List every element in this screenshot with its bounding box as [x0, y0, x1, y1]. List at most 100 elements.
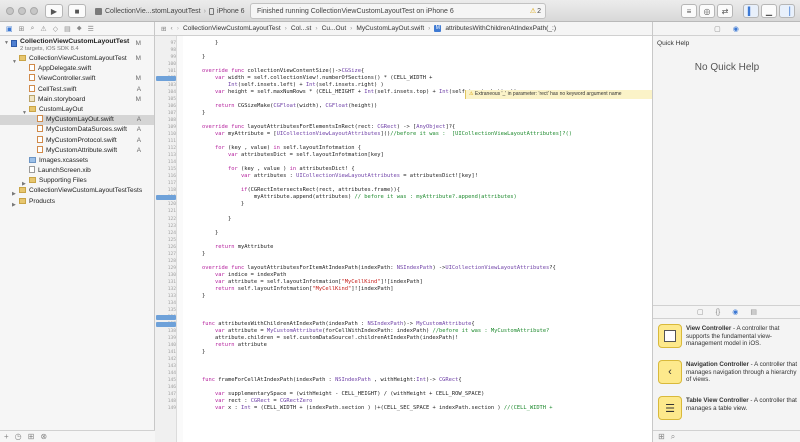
breakpoint-marker[interactable]: [156, 76, 176, 82]
code-line[interactable]: override func layoutAttributesForItemAtI…: [189, 265, 556, 272]
code-line[interactable]: if(CGRectIntersectsRect(rect, attributes…: [189, 187, 400, 194]
code-line[interactable]: myAttribute.append(attributes) // before…: [189, 194, 517, 201]
code-line[interactable]: override func layoutAttributesForElement…: [189, 124, 455, 131]
code-line[interactable]: }: [189, 251, 205, 258]
code-line[interactable]: }: [189, 216, 231, 223]
code-line[interactable]: var width = self.collectionView!.numberO…: [189, 75, 432, 82]
code-snippet-icon[interactable]: {}: [716, 309, 721, 316]
tree-file[interactable]: MyCustomProtocol.swift A: [0, 135, 154, 146]
tree-file[interactable]: ViewController.swift M: [0, 74, 154, 84]
breakpoint-marker[interactable]: [156, 314, 176, 320]
version-editor-button[interactable]: ⇄: [717, 4, 733, 18]
file-template-icon[interactable]: ▢: [697, 308, 704, 316]
code-line[interactable]: }: [189, 349, 205, 356]
code-line[interactable]: var rect : CGRect = CGRectZero: [189, 398, 312, 405]
code-line[interactable]: }: [189, 230, 218, 237]
related-items-icon[interactable]: ⊞: [161, 25, 167, 33]
forward-icon[interactable]: ›: [177, 25, 179, 32]
breakpoint-icon[interactable]: ⬥: [77, 25, 82, 33]
code-line[interactable]: Int(self.insets.left) + Int(self.insets.…: [189, 82, 384, 89]
tree-file[interactable]: MyCustomDataSurces.swift A: [0, 125, 154, 135]
assistant-editor-button[interactable]: ◎: [699, 4, 715, 18]
object-library-icon[interactable]: ◉: [732, 308, 738, 316]
breadcrumb-project[interactable]: CollectionViewCustomLayoutTest: [183, 25, 281, 32]
scm-filter-icon[interactable]: ⊞: [28, 432, 35, 441]
breakpoint-marker[interactable]: [156, 321, 176, 327]
code-line[interactable]: override func collectionViewContentSize(…: [189, 68, 364, 75]
code-line[interactable]: var attributes : UICollectionViewLayoutA…: [189, 173, 478, 180]
code-line[interactable]: }: [189, 293, 205, 300]
scheme-selector[interactable]: CollectionVie...stomLayoutTest › iPhone …: [95, 4, 245, 18]
library-item-view-controller[interactable]: View Controller - A controller that supp…: [653, 320, 800, 354]
code-line[interactable]: attribute.children = self.customDataSour…: [189, 335, 458, 342]
tree-file[interactable]: LaunchScreen.xib: [0, 166, 154, 176]
tree-file[interactable]: AppDelegate.swift: [0, 64, 154, 74]
breadcrumb-group[interactable]: Col...st: [291, 25, 312, 32]
zoom-window-button[interactable]: [30, 7, 38, 15]
library-item-table-view-controller[interactable]: ☰ Table View Controller - A controller t…: [653, 392, 800, 426]
breakpoint-marker[interactable]: [156, 195, 176, 201]
tree-group[interactable]: ▶ Supporting Files: [0, 176, 154, 187]
folder-icon[interactable]: ▣: [6, 25, 13, 33]
code-line[interactable]: }: [189, 54, 205, 61]
code-line[interactable]: for (key , value ) in attributesDict! {: [189, 166, 355, 173]
tree-file-selected[interactable]: MyCustomLayOut.swift A: [0, 115, 154, 126]
tree-group[interactable]: ▶ Products: [0, 197, 154, 210]
run-button[interactable]: ▶: [45, 4, 63, 18]
close-window-button[interactable]: [6, 7, 14, 15]
report-icon[interactable]: ☰: [88, 25, 94, 33]
warning-filter-icon[interactable]: ⊗: [40, 432, 47, 441]
breadcrumb-subgroup[interactable]: Cu...Out: [322, 25, 347, 32]
warning-message[interactable]: ⚠ Extraneous '_' in parameter: 'rect' ha…: [465, 90, 652, 99]
code-line[interactable]: var attribute = self.layoutInfotmation["…: [189, 279, 423, 286]
tree-group-customlayout[interactable]: ▼ CustomLayOut: [0, 105, 154, 116]
code-line[interactable]: for (key , value) in self.layoutInfotmat…: [189, 145, 361, 152]
recent-icon[interactable]: ◷: [15, 432, 22, 441]
symbol-icon[interactable]: ⊞: [19, 25, 25, 33]
toggle-debug-button[interactable]: ▁: [761, 4, 777, 18]
tree-file[interactable]: Main.storyboard M: [0, 94, 154, 105]
media-library-icon[interactable]: ▤: [750, 308, 757, 316]
stop-button[interactable]: ■: [68, 4, 86, 18]
grid-view-icon[interactable]: ⊞: [658, 432, 665, 441]
breadcrumb-file[interactable]: MyCustomLayOut.swift: [356, 25, 424, 32]
breadcrumb-method[interactable]: attributesWithChildrenAtIndexPath(_:): [445, 25, 556, 32]
code-line[interactable]: }: [189, 110, 205, 117]
warning-badge[interactable]: ⚠ 2: [530, 7, 541, 16]
tree-group-main[interactable]: ▼ CollectionViewCustomLayoutTest M: [0, 54, 154, 65]
code-line[interactable]: var myAttribute = [UICollectionViewLayou…: [189, 131, 572, 138]
toggle-utilities-button[interactable]: ▕: [779, 4, 795, 18]
debug-icon[interactable]: ▤: [64, 25, 71, 33]
search-icon[interactable]: ⌕: [31, 25, 35, 33]
filter-icon[interactable]: ⌕: [671, 432, 675, 442]
quick-help-icon[interactable]: ◉: [733, 25, 739, 33]
file-inspector-icon[interactable]: ▢: [714, 25, 721, 33]
code-line[interactable]: var x : Int = (CELL_WIDTH + (indexPath.s…: [189, 405, 553, 412]
project-row[interactable]: ▼ CollectionViewCustomLayoutTest 2 targe…: [0, 36, 154, 54]
disclosure-down-icon[interactable]: ▼: [4, 40, 9, 46]
tree-group[interactable]: ▶ CollectionViewCustomLayoutTestTests: [0, 186, 154, 197]
code-line[interactable]: return CGSizeMake(CGFloat(width), CGFloa…: [189, 103, 377, 110]
library-item-navigation-controller[interactable]: ‹ Navigation Controller - A controller t…: [653, 356, 800, 390]
code-line[interactable]: var attribute = MyCustomAttribute(forCel…: [189, 328, 549, 335]
code-line[interactable]: }: [189, 201, 244, 208]
code-line[interactable]: return attribute: [189, 342, 267, 349]
tree-file[interactable]: CellTest.swift A: [0, 84, 154, 95]
toggle-navigator-button[interactable]: ▍: [743, 4, 759, 18]
minimize-window-button[interactable]: [18, 7, 26, 15]
warning-icon[interactable]: ⚠: [40, 25, 46, 33]
code-line[interactable]: func attributesWithChildrenAtIndexPath(i…: [189, 321, 475, 328]
code-line[interactable]: return self.layoutInfotmation["MyCellKin…: [189, 286, 394, 293]
standard-editor-button[interactable]: ≡: [681, 4, 697, 18]
code-line[interactable]: var attributesDict = self.layoutInfotmat…: [189, 152, 384, 159]
code-line[interactable]: var indice = indexPath: [189, 272, 286, 279]
back-icon[interactable]: ‹: [171, 25, 173, 32]
code-line[interactable]: func frameForCellAtIndexPath(indexPath :…: [189, 377, 462, 384]
add-icon[interactable]: +: [4, 432, 9, 441]
code-line[interactable]: var supplementarySpace = (withHeight - C…: [189, 391, 484, 398]
test-icon[interactable]: ◇: [53, 25, 58, 33]
code-line[interactable]: return myAttribute: [189, 244, 273, 251]
disclosure-right-icon[interactable]: ▶: [12, 200, 16, 210]
tree-file[interactable]: Images.xcassets: [0, 156, 154, 166]
code-line[interactable]: }: [189, 40, 218, 47]
